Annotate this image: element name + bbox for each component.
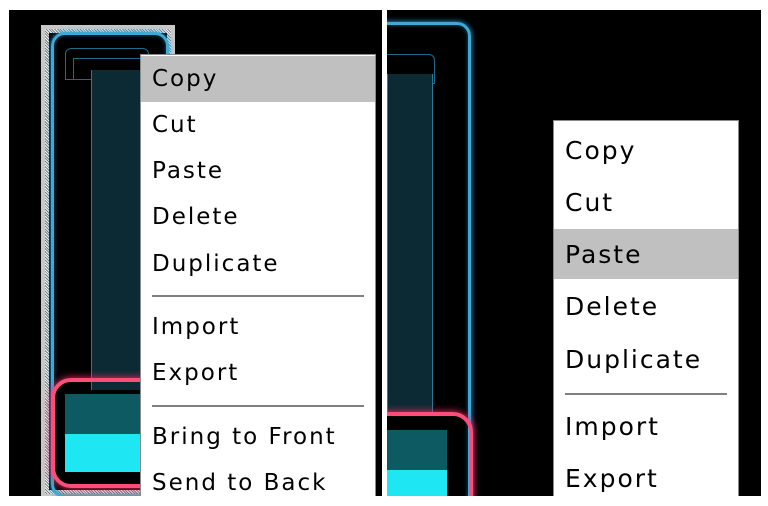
canvas-right[interactable]: Copy Cut Paste Delete Duplicate Import E… — [387, 10, 761, 496]
menu-item-cut[interactable]: Cut — [554, 177, 738, 227]
menu-item-delete[interactable]: Delete — [554, 281, 738, 331]
menu-item-copy[interactable]: Copy — [554, 125, 738, 175]
fader-knob-fill — [65, 434, 145, 472]
menu-separator — [152, 405, 364, 407]
menu-item-export[interactable]: Export — [554, 453, 738, 496]
menu-item-duplicate[interactable]: Duplicate — [554, 334, 738, 384]
context-menu: Copy Cut Paste Delete Duplicate Import E… — [140, 54, 376, 496]
menu-item-cut[interactable]: Cut — [141, 102, 375, 148]
menu-item-duplicate[interactable]: Duplicate — [141, 241, 375, 287]
menu-item-paste[interactable]: Paste — [554, 229, 738, 279]
canvas-left[interactable]: Copy Cut Paste Delete Duplicate Import E… — [9, 10, 382, 496]
menu-item-export[interactable]: Export — [141, 350, 375, 396]
context-menu: Copy Cut Paste Delete Duplicate Import E… — [553, 120, 739, 496]
menu-item-copy[interactable]: Copy — [141, 56, 375, 102]
fader-track[interactable] — [387, 74, 433, 414]
menu-item-send-to-back[interactable]: Send to Back — [141, 460, 375, 496]
menu-separator — [152, 295, 364, 297]
menu-item-paste[interactable]: Paste — [141, 148, 375, 194]
menu-item-delete[interactable]: Delete — [141, 194, 375, 240]
fader-knob-top — [65, 394, 145, 434]
menu-item-import[interactable]: Import — [141, 304, 375, 350]
fader-knob-fill — [387, 470, 447, 496]
fader-knob-top — [387, 430, 447, 470]
fader-track[interactable] — [91, 70, 143, 390]
menu-item-import[interactable]: Import — [554, 401, 738, 451]
menu-separator — [565, 393, 727, 395]
menu-item-bring-to-front[interactable]: Bring to Front — [141, 414, 375, 460]
